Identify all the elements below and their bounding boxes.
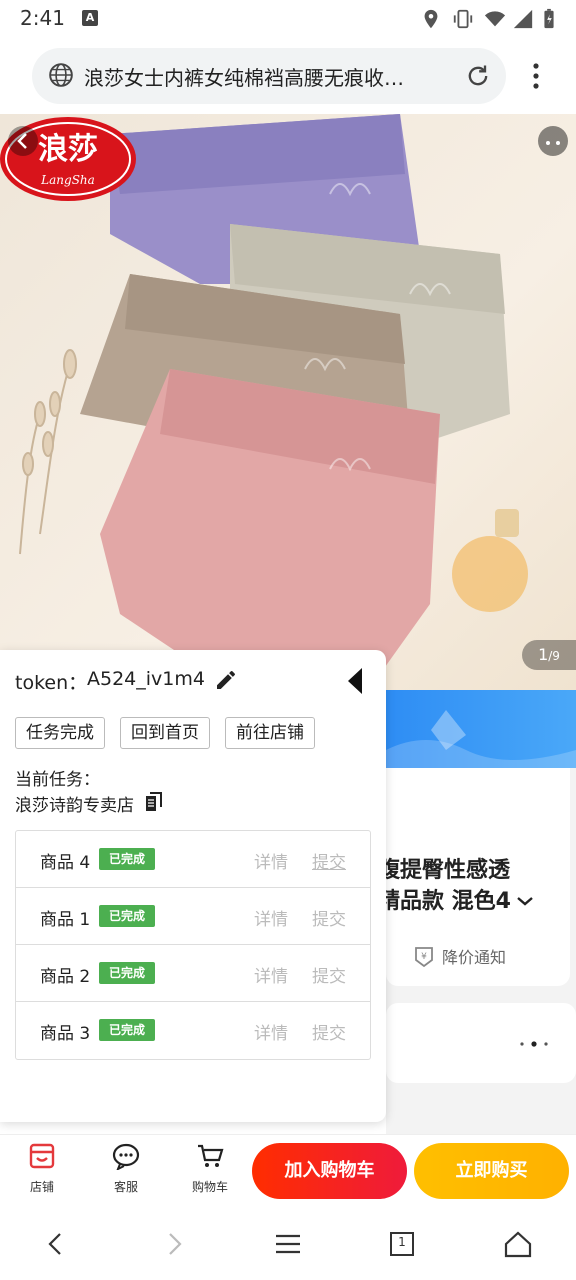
status-badge: 已完成 xyxy=(99,962,155,984)
cart-icon xyxy=(198,1144,224,1167)
wifi-icon xyxy=(484,11,506,27)
task-row: 商品 2 已完成 详情 提交 xyxy=(16,945,370,1002)
status-badge: 已完成 xyxy=(99,848,155,870)
signal-icon xyxy=(513,9,533,29)
location-icon xyxy=(424,9,438,29)
task-submit-link[interactable]: 提交 xyxy=(312,1019,346,1044)
task-submit-link[interactable]: 提交 xyxy=(312,848,346,873)
product-description-text: 腹提臀性感透 精品款 混色4 xyxy=(378,858,511,914)
collapse-triangle-icon[interactable] xyxy=(344,666,366,696)
task-item-name: 商品 2 xyxy=(40,967,91,987)
add-to-cart-button[interactable]: 加入购物车 xyxy=(252,1143,407,1199)
tabs-count: 1 xyxy=(398,1235,406,1249)
task-detail-link[interactable]: 详情 xyxy=(254,962,288,987)
image-counter: 1/9 xyxy=(522,640,576,670)
price-drop-notify[interactable]: ¥ 降价通知 xyxy=(408,938,568,972)
back-icon[interactable] xyxy=(40,1228,72,1260)
globe-icon xyxy=(49,63,73,87)
cart-tab[interactable]: 购物车 xyxy=(180,1140,240,1200)
token-value: A524_iv1m4 xyxy=(87,668,205,690)
price-notify-label: 降价通知 xyxy=(442,948,507,967)
shop-tab[interactable]: 店铺 xyxy=(12,1140,72,1200)
task-item-name: 商品 3 xyxy=(40,1024,91,1044)
current-task-label: 当前任务： xyxy=(15,770,100,790)
task-complete-button[interactable]: 任务完成 xyxy=(15,717,105,749)
overflow-menu-icon[interactable] xyxy=(526,58,546,94)
pencil-icon[interactable] xyxy=(214,668,238,692)
reload-icon[interactable] xyxy=(464,62,492,90)
task-list: 商品 4 已完成 详情 提交 商品 1 已完成 详情 提交 商品 2 已完成 详… xyxy=(15,830,371,1060)
copy-icon[interactable] xyxy=(145,792,163,812)
customer-service-tab[interactable]: 客服 xyxy=(96,1140,156,1200)
banner-art xyxy=(386,710,576,768)
task-submit-link[interactable]: 提交 xyxy=(312,962,346,987)
task-item-name: 商品 4 xyxy=(40,853,91,873)
promo-banner[interactable] xyxy=(386,690,576,768)
go-home-button[interactable]: 回到首页 xyxy=(120,717,210,749)
page-title: 浪莎女士内裤女纯棉裆高腰无痕收… xyxy=(84,66,404,90)
more-options-button[interactable] xyxy=(538,126,568,156)
brand-logo-subtext: LangSha xyxy=(40,173,95,187)
status-badge: 已完成 xyxy=(99,1019,155,1041)
buy-now-button[interactable]: 立即购买 xyxy=(414,1143,569,1199)
chevron-left-icon xyxy=(17,133,27,149)
brand-logo-text: 浪莎 xyxy=(38,132,98,167)
svg-text:¥: ¥ xyxy=(421,952,427,962)
task-detail-link[interactable]: 详情 xyxy=(254,905,288,930)
token-label: token： xyxy=(15,672,88,694)
forward-icon[interactable] xyxy=(158,1228,190,1260)
task-row: 商品 1 已完成 详情 提交 xyxy=(16,888,370,945)
tabs-button[interactable]: 1 xyxy=(386,1228,418,1260)
go-to-shop-button[interactable]: 前往店铺 xyxy=(225,717,315,749)
notification-a-icon: A xyxy=(82,10,98,26)
task-row: 商品 4 已完成 详情 提交 xyxy=(16,831,370,888)
more-dots-icon xyxy=(546,141,560,145)
status-bar: 2:41 A xyxy=(0,0,576,38)
battery-icon xyxy=(544,8,554,29)
shop-card[interactable] xyxy=(386,1003,576,1083)
task-row: 商品 3 已完成 详情 提交 xyxy=(16,1002,370,1059)
vibrate-icon xyxy=(453,9,473,29)
task-detail-link[interactable]: 详情 xyxy=(254,848,288,873)
current-task-value: 浪莎诗韵专卖店 xyxy=(15,796,134,816)
image-counter-current: 1 xyxy=(538,645,549,664)
url-bar[interactable]: 浪莎女士内裤女纯棉裆高腰无痕收… xyxy=(32,48,506,104)
pager-dots xyxy=(520,1041,548,1047)
status-badge: 已完成 xyxy=(99,905,155,927)
shop-label: 店铺 xyxy=(29,1180,54,1194)
image-counter-total: /9 xyxy=(548,649,560,663)
task-item-name: 商品 1 xyxy=(40,910,91,930)
product-description[interactable]: 腹提臀性感透 精品款 混色4 xyxy=(378,855,576,917)
cart-label: 购物车 xyxy=(191,1180,228,1194)
shop-icon xyxy=(29,1143,55,1169)
product-photo: 浪莎 LangSha xyxy=(0,114,528,674)
home-icon[interactable] xyxy=(502,1228,534,1260)
task-detail-link[interactable]: 详情 xyxy=(254,1019,288,1044)
task-submit-link[interactable]: 提交 xyxy=(312,905,346,930)
price-tag-icon: ¥ xyxy=(415,947,433,968)
back-arrow-button[interactable] xyxy=(8,126,38,156)
customer-service-label: 客服 xyxy=(113,1180,138,1194)
chat-icon xyxy=(112,1143,140,1170)
product-image[interactable]: 浪莎 LangSha xyxy=(0,114,576,690)
menu-icon[interactable] xyxy=(272,1228,304,1260)
chevron-down-icon[interactable] xyxy=(515,894,535,908)
status-time: 2:41 xyxy=(20,6,65,30)
